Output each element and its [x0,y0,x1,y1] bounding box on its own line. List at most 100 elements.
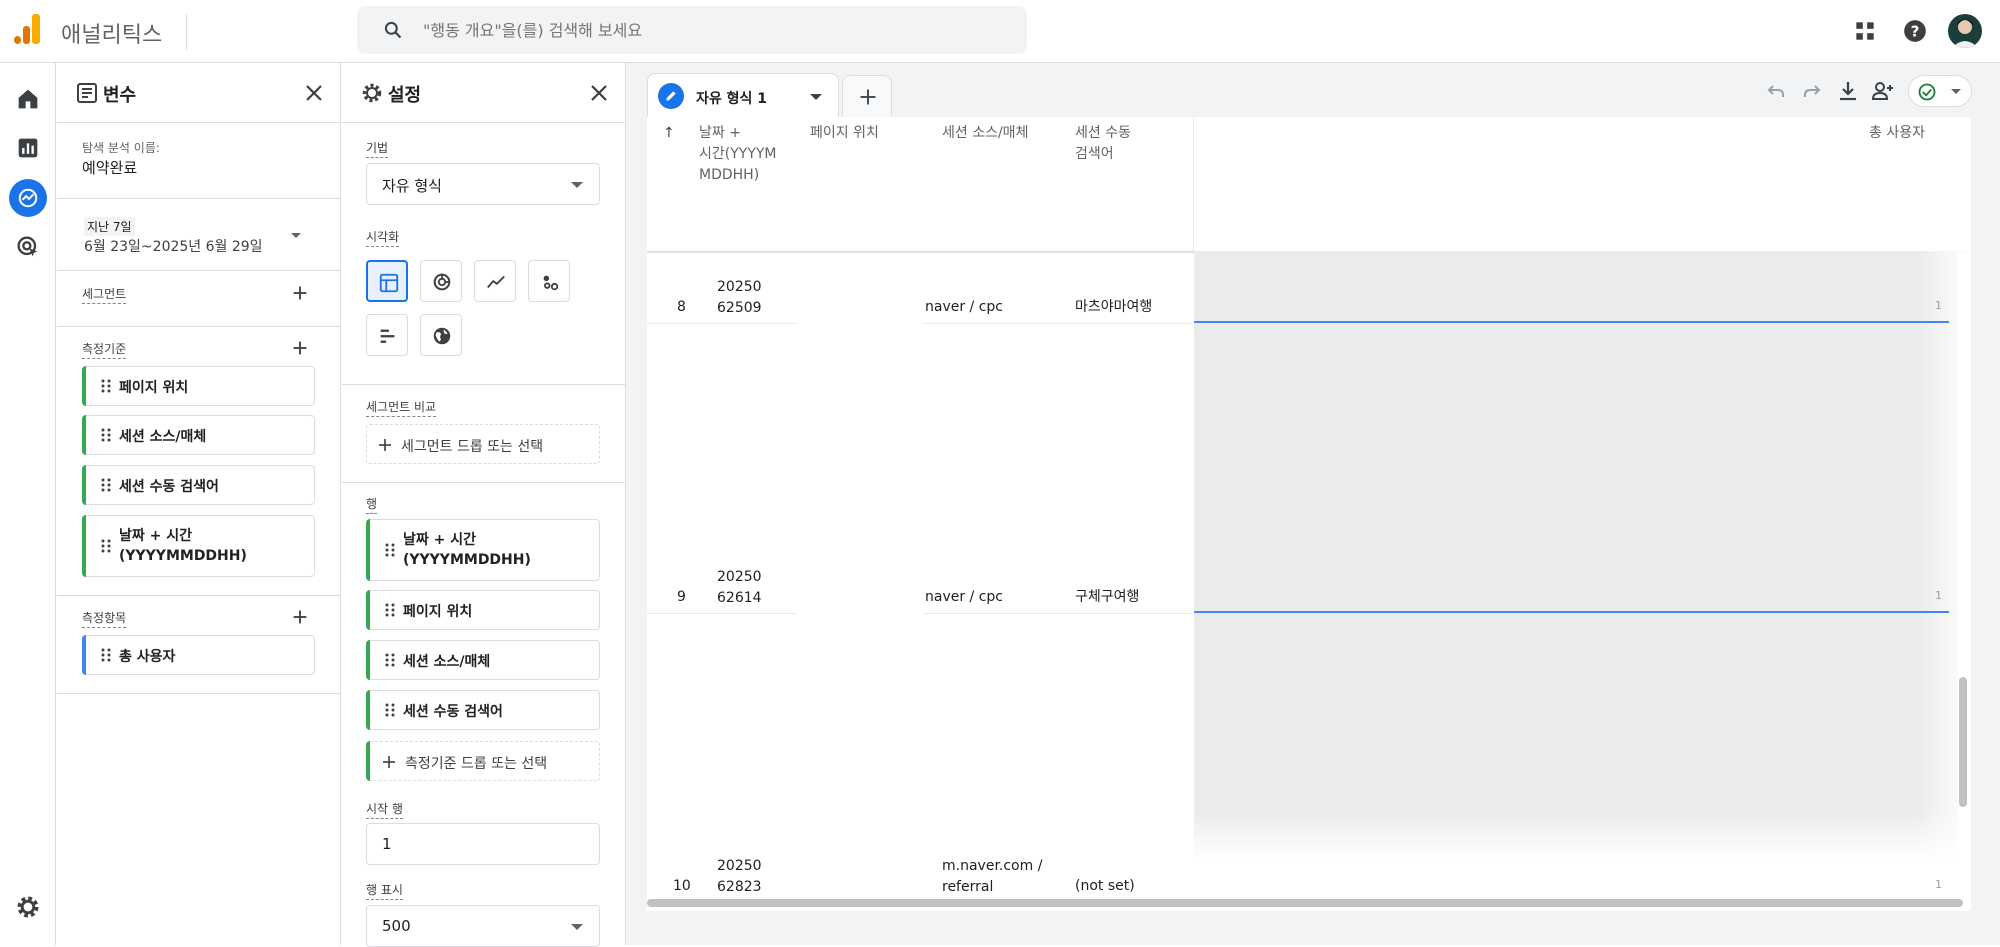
table-cell-source[interactable]: naver / cpc [925,587,1003,608]
table-cell-keyword[interactable]: 구체구여행 [1075,587,1139,608]
column-header-datetime[interactable]: 날짜 + 시간(YYYYM MDDHH) [699,123,777,186]
share-add-person-icon[interactable] [1871,79,1895,103]
close-icon[interactable] [302,81,326,105]
app-name: 애널리틱스 [61,23,163,48]
viz-donut-button[interactable] [420,260,462,302]
column-header-page-location[interactable]: 페이지 위치 [810,123,879,144]
metric-bar [1194,611,1949,613]
chevron-down-icon [571,182,583,188]
start-row-input[interactable]: 1 [366,823,600,865]
drag-handle-icon[interactable] [385,543,395,557]
drag-handle-icon[interactable] [101,648,111,662]
table-cell-keyword[interactable]: 마츠야마여행 [1075,297,1152,318]
table-cell-keyword[interactable]: (not set) [1075,876,1135,897]
drag-handle-icon[interactable] [385,703,395,717]
viz-bar-button[interactable] [366,314,408,356]
table-cell-date[interactable]: 20250 62614 [717,567,762,609]
row-chip-label: 세션 수동 검색어 [403,704,503,720]
dimension-chip[interactable]: 세션 소스/매체 [82,415,315,455]
dimension-chip[interactable]: 페이지 위치 [82,366,315,406]
advertising-icon[interactable] [14,233,42,261]
exploration-name-value[interactable]: 예약완료 [82,157,137,178]
start-row-label: 시작 행 [366,800,403,819]
dimension-drop-text: 측정기준 드롭 또는 선택 [405,756,548,772]
row-number: 8 [677,299,686,315]
vertical-scrollbar[interactable] [1959,677,1967,807]
drag-handle-icon[interactable] [101,379,111,393]
gear-icon [362,83,382,103]
home-icon[interactable] [14,85,42,113]
table-cell-source[interactable]: naver / cpc [925,297,1003,318]
add-dimension-plus-icon[interactable] [289,337,311,359]
segment-drop-zone[interactable]: 세그먼트 드롭 또는 선택 [366,424,600,464]
sort-ascending-icon[interactable]: ↑ [663,123,675,144]
row-number: 10 [673,878,691,894]
add-tab-button[interactable] [842,75,892,117]
tab-free-form[interactable]: 자유 형식 1 [647,73,839,117]
dimension-drop-zone[interactable]: 측정기준 드롭 또는 선택 [366,741,600,781]
redo-icon[interactable] [1800,79,1824,103]
avatar[interactable] [1948,14,1982,48]
drag-handle-icon[interactable] [385,653,395,667]
column-header-manual-keyword[interactable]: 세션 수동 검색어 [1075,123,1131,165]
table-cell-date[interactable]: 20250 62823 [717,856,762,898]
drag-handle-icon[interactable] [101,478,111,492]
technique-select[interactable]: 자유 형식 [366,163,600,205]
add-segment-plus-icon[interactable] [289,282,311,304]
scatter-chart-icon [543,275,559,291]
chevron-down-icon[interactable] [810,94,822,100]
data-quality-status-button[interactable] [1908,75,1972,107]
row-chip[interactable]: 페이지 위치 [366,590,600,630]
search-input[interactable] [423,6,1003,54]
apps-grid-icon[interactable] [1852,18,1878,44]
edit-pencil-icon[interactable] [658,83,684,109]
search-icon [384,21,402,39]
settings-gear-icon[interactable] [14,893,42,921]
help-icon[interactable]: ? [1902,18,1928,44]
plus-icon [383,756,395,768]
show-rows-select[interactable]: 500 [366,905,600,947]
drag-handle-icon[interactable] [385,603,395,617]
table-cell-date[interactable]: 20250 62509 [717,277,762,319]
variables-panel: 변수 탐색 분석 이름: 예약완료 지난 7일 6월 23일~2025년 6월 … [57,63,341,945]
settings-header: 설정 [342,63,625,123]
row-chip[interactable]: 세션 소스/매체 [366,640,600,680]
download-icon[interactable] [1836,79,1860,103]
table-cell-source[interactable]: m.naver.com / referral [942,856,1042,898]
top-bar: 애널리틱스 ? [0,0,2000,63]
chevron-down-icon [291,233,301,238]
table-cell-users[interactable]: 1 [1902,589,1942,602]
viz-table-button[interactable] [366,260,408,302]
explore-nav-active[interactable] [9,179,47,217]
row-chip[interactable]: 날짜 + 시간 (YYYYMMDDHH) [366,519,600,581]
reports-icon[interactable] [14,134,42,162]
drag-handle-icon[interactable] [101,539,111,553]
column-header-source-medium[interactable]: 세션 소스/매체 [942,123,1028,144]
table-cell-users[interactable]: 1 [1902,878,1942,891]
date-range-picker[interactable]: 지난 7일 6월 23일~2025년 6월 29일 [82,215,322,255]
row-chip[interactable]: 세션 수동 검색어 [366,690,600,730]
dimension-chip[interactable]: 세션 수동 검색어 [82,465,315,505]
drag-handle-icon[interactable] [101,428,111,442]
analytics-logo[interactable] [12,14,42,44]
add-metric-plus-icon[interactable] [289,606,311,628]
horizontal-scrollbar[interactable] [647,899,1963,907]
search-bar[interactable] [357,6,1027,54]
dimension-chip-label: 날짜 + 시간 (YYYYMMDDHH) [119,528,247,564]
dimension-chip[interactable]: 날짜 + 시간 (YYYYMMDDHH) [82,515,315,577]
plus-icon [379,439,391,451]
table-cell-users[interactable]: 1 [1902,299,1942,312]
segment-drop-text: 세그먼트 드롭 또는 선택 [401,439,544,455]
close-icon[interactable] [587,81,611,105]
dimensions-label: 측정기준 [82,340,127,359]
column-header-total-users[interactable]: 총 사용자 [1869,123,1925,144]
viz-scatter-button[interactable] [528,260,570,302]
dimension-chip-label: 세션 소스/매체 [119,429,207,445]
metrics-label: 측정항목 [82,609,127,628]
viz-line-button[interactable] [474,260,516,302]
table-icon [379,273,399,293]
undo-icon[interactable] [1764,79,1788,103]
metric-chip[interactable]: 총 사용자 [82,635,315,675]
segment-compare-label: 세그먼트 비교 [366,398,437,417]
viz-geo-button[interactable] [420,314,462,356]
